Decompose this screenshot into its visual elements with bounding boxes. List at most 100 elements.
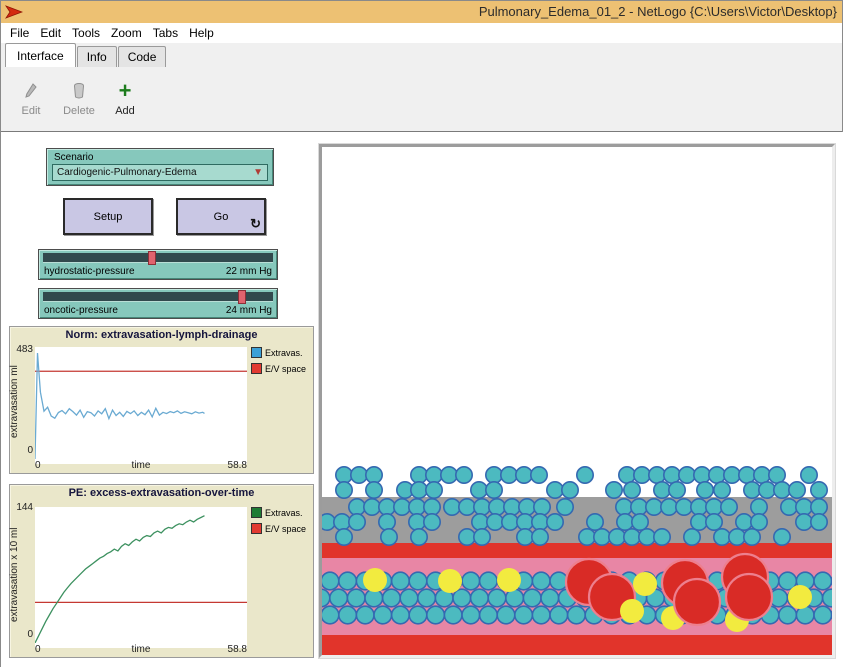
fluid-particle [744, 529, 760, 545]
fluid-particle [616, 499, 632, 515]
fluid-particle [379, 514, 395, 530]
slider-handle[interactable] [238, 290, 246, 304]
interface-canvas: Scenario Cardiogenic-Pulmonary-Edema ▼ S… [1, 132, 843, 667]
hydrostatic-pressure-slider[interactable]: hydrostatic-pressure22 mm Hg [38, 249, 278, 280]
legend-swatch-icon [251, 507, 262, 518]
fluid-particle [587, 514, 603, 530]
fluid-particle [691, 499, 707, 515]
fluid-particle [624, 529, 640, 545]
menu-zoom[interactable]: Zoom [108, 24, 150, 42]
add-button[interactable]: + Add [99, 79, 151, 117]
menu-file[interactable]: File [7, 24, 37, 42]
plasma-particle [462, 572, 480, 590]
fluid-particle [411, 482, 427, 498]
y-max-tick: 144 [10, 502, 33, 513]
legend-swatch-icon [251, 347, 262, 358]
fluid-particle [669, 482, 685, 498]
scenario-dropdown[interactable]: Cardiogenic-Pulmonary-Edema ▼ [52, 164, 268, 181]
fluid-particle [679, 467, 695, 483]
albumin-particle [633, 572, 657, 596]
world-canvas [322, 147, 832, 655]
fluid-particle [721, 499, 737, 515]
plasma-particle [814, 606, 832, 624]
fluid-particle [646, 499, 662, 515]
trash-icon [53, 79, 105, 103]
scenario-value: Cardiogenic-Pulmonary-Edema [57, 167, 197, 178]
fluid-particle [706, 514, 722, 530]
band-capillary-wall-bottom [322, 635, 832, 655]
fluid-particle [366, 482, 382, 498]
legend-label: Extravas. [265, 348, 303, 358]
plasma-particle [515, 606, 533, 624]
fluid-particle [364, 499, 380, 515]
scenario-chooser: Scenario Cardiogenic-Pulmonary-Edema ▼ [46, 148, 274, 186]
fluid-particle [774, 529, 790, 545]
fluid-particle [474, 499, 490, 515]
fluid-particle [472, 514, 488, 530]
chooser-label: Scenario [54, 152, 268, 163]
slider-track[interactable] [43, 253, 273, 263]
menu-tools[interactable]: Tools [69, 24, 108, 42]
tab-code[interactable]: Code [118, 46, 167, 67]
fluid-particle [424, 499, 440, 515]
plasma-particle [532, 606, 550, 624]
edit-button[interactable]: Edit [5, 79, 57, 117]
fluid-particle [426, 467, 442, 483]
fluid-particle [471, 482, 487, 498]
x-axis-label: time [35, 460, 247, 471]
fluid-particle [649, 467, 665, 483]
fluid-particle [532, 529, 548, 545]
plasma-particle [409, 572, 427, 590]
series-extravasation [35, 353, 205, 459]
go-button[interactable]: Go ↻ [176, 198, 266, 235]
world-view[interactable] [319, 144, 835, 658]
fluid-particle [486, 467, 502, 483]
oncotic-pressure-slider[interactable]: oncotic-pressure24 mm Hg [38, 288, 278, 319]
fluid-particle [639, 529, 655, 545]
red-blood-cell [674, 579, 720, 625]
window-title: Pulmonary_Edema_01_2 - NetLogo {C:\Users… [479, 4, 837, 19]
slider-handle[interactable] [148, 251, 156, 265]
plasma-particle [418, 589, 436, 607]
fluid-particle [381, 529, 397, 545]
fluid-particle [366, 467, 382, 483]
title-bar[interactable]: Pulmonary_Edema_01_2 - NetLogo {C:\Users… [1, 1, 842, 23]
menu-tabs[interactable]: Tabs [150, 24, 186, 42]
delete-button[interactable]: Delete [53, 79, 105, 117]
fluid-particle [709, 467, 725, 483]
albumin-particle [620, 599, 644, 623]
fluid-particle [724, 467, 740, 483]
y-max-tick: 483 [10, 344, 33, 355]
fluid-particle [751, 514, 767, 530]
slider-value: 22 mm Hg [226, 266, 272, 277]
tab-interface[interactable]: Interface [5, 43, 76, 68]
fluid-particle [754, 467, 770, 483]
plot-canvas [35, 347, 247, 459]
fluid-particle [684, 529, 700, 545]
fluid-particle [547, 514, 563, 530]
fluid-particle [789, 482, 805, 498]
plasma-particle [462, 606, 480, 624]
tab-info[interactable]: Info [77, 46, 117, 67]
plot-legend: Extravas. E/V space [251, 347, 313, 379]
menu-edit[interactable]: Edit [37, 24, 69, 42]
fluid-particle [811, 482, 827, 498]
fluid-particle [409, 499, 425, 515]
plasma-particle [427, 606, 445, 624]
y-min-tick: 0 [14, 445, 33, 456]
menu-help[interactable]: Help [186, 24, 222, 42]
plasma-particle [400, 589, 418, 607]
fluid-particle [714, 529, 730, 545]
pencil-icon [5, 79, 57, 103]
setup-button[interactable]: Setup [63, 198, 153, 235]
band-airspace [322, 147, 832, 497]
fluid-particle [517, 529, 533, 545]
plasma-particle [392, 606, 410, 624]
plasma-particle [488, 589, 506, 607]
y-min-tick: 0 [14, 629, 33, 640]
albumin-particle [788, 585, 812, 609]
legend-item: E/V space [251, 363, 313, 374]
fluid-particle [694, 467, 710, 483]
y-axis-label: extravasation ml [9, 357, 20, 447]
plasma-particle [322, 572, 339, 590]
